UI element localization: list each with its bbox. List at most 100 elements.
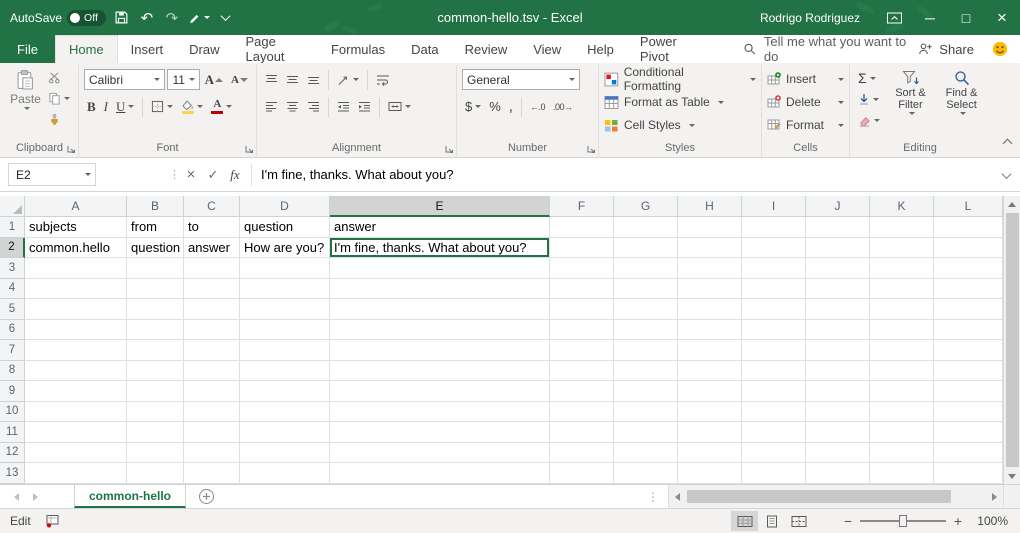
row-header-9[interactable]: 9 bbox=[0, 381, 25, 402]
cell-F4[interactable] bbox=[550, 279, 614, 300]
cell-K11[interactable] bbox=[870, 422, 934, 443]
cell-B8[interactable] bbox=[127, 361, 184, 382]
paste-button[interactable]: Paste bbox=[6, 67, 45, 139]
format-cells-button[interactable]: Format bbox=[767, 114, 844, 136]
tab-power-pivot[interactable]: Power Pivot bbox=[627, 35, 709, 63]
cell-B7[interactable] bbox=[127, 340, 184, 361]
horizontal-scrollbar[interactable] bbox=[668, 485, 1020, 508]
cell-L3[interactable] bbox=[934, 258, 1003, 279]
cell-L8[interactable] bbox=[934, 361, 1003, 382]
cell-G9[interactable] bbox=[614, 381, 678, 402]
row-header-3[interactable]: 3 bbox=[0, 258, 25, 279]
cell-A8[interactable] bbox=[25, 361, 127, 382]
cell-J11[interactable] bbox=[806, 422, 870, 443]
cell-G5[interactable] bbox=[614, 299, 678, 320]
middle-align-button[interactable] bbox=[283, 70, 302, 90]
cell-K13[interactable] bbox=[870, 463, 934, 484]
cell-K3[interactable] bbox=[870, 258, 934, 279]
pen-mode-button[interactable] bbox=[188, 6, 210, 30]
enter-button[interactable]: ✓ bbox=[202, 167, 224, 183]
row-header-7[interactable]: 7 bbox=[0, 340, 25, 361]
decrease-font-size-button[interactable]: A bbox=[228, 70, 251, 90]
cell-D3[interactable] bbox=[240, 258, 330, 279]
page-break-preview-button[interactable] bbox=[785, 511, 812, 531]
orientation-button[interactable] bbox=[334, 70, 362, 90]
cell-D8[interactable] bbox=[240, 361, 330, 382]
column-header-C[interactable]: C bbox=[184, 196, 240, 217]
cell-L10[interactable] bbox=[934, 402, 1003, 423]
cell-B2[interactable]: question bbox=[127, 238, 184, 259]
cell-F10[interactable] bbox=[550, 402, 614, 423]
cell-E7[interactable] bbox=[330, 340, 550, 361]
feedback-button[interactable] bbox=[992, 35, 1020, 63]
cell-H9[interactable] bbox=[678, 381, 742, 402]
tab-home[interactable]: Home bbox=[55, 35, 118, 63]
cell-B13[interactable] bbox=[127, 463, 184, 484]
cell-E6[interactable] bbox=[330, 320, 550, 341]
zoom-level[interactable]: 100% bbox=[974, 514, 1020, 528]
font-name-combo[interactable]: Calibri bbox=[84, 69, 165, 90]
autosum-button[interactable]: Σ bbox=[855, 68, 883, 88]
cell-F13[interactable] bbox=[550, 463, 614, 484]
row-header-10[interactable]: 10 bbox=[0, 402, 25, 423]
find-select-button[interactable]: Find & Select bbox=[938, 67, 985, 139]
number-dialog-launcher[interactable] bbox=[587, 145, 596, 154]
cell-H4[interactable] bbox=[678, 279, 742, 300]
row-header-5[interactable]: 5 bbox=[0, 299, 25, 320]
cell-A4[interactable] bbox=[25, 279, 127, 300]
tab-view[interactable]: View bbox=[520, 35, 574, 63]
tab-formulas[interactable]: Formulas bbox=[318, 35, 398, 63]
sort-filter-button[interactable]: Sort & Filter bbox=[887, 67, 934, 139]
cell-A3[interactable] bbox=[25, 258, 127, 279]
cell-L9[interactable] bbox=[934, 381, 1003, 402]
column-header-J[interactable]: J bbox=[806, 196, 870, 217]
cell-I2[interactable] bbox=[742, 238, 806, 259]
cell-C1[interactable]: to bbox=[184, 217, 240, 238]
vertical-scrollbar-thumb[interactable] bbox=[1006, 213, 1019, 467]
decrease-indent-button[interactable] bbox=[334, 97, 353, 117]
cell-L13[interactable] bbox=[934, 463, 1003, 484]
accounting-format-button[interactable]: $ bbox=[462, 97, 484, 117]
cell-D12[interactable] bbox=[240, 443, 330, 464]
sheet-tab-common-hello[interactable]: common-hello bbox=[74, 485, 186, 508]
tab-data[interactable]: Data bbox=[398, 35, 451, 63]
cell-F6[interactable] bbox=[550, 320, 614, 341]
cell-G12[interactable] bbox=[614, 443, 678, 464]
cancel-button[interactable]: × bbox=[180, 166, 202, 183]
cell-E3[interactable] bbox=[330, 258, 550, 279]
italic-button[interactable]: I bbox=[101, 97, 111, 117]
tab-page-layout[interactable]: Page Layout bbox=[233, 35, 318, 63]
cell-C7[interactable] bbox=[184, 340, 240, 361]
horizontal-scrollbar-track[interactable] bbox=[686, 485, 986, 508]
row-header-6[interactable]: 6 bbox=[0, 320, 25, 341]
cell-A7[interactable] bbox=[25, 340, 127, 361]
cell-F12[interactable] bbox=[550, 443, 614, 464]
increase-font-size-button[interactable]: A bbox=[202, 70, 226, 90]
column-header-K[interactable]: K bbox=[870, 196, 934, 217]
cell-B12[interactable] bbox=[127, 443, 184, 464]
cell-G2[interactable] bbox=[614, 238, 678, 259]
top-align-button[interactable] bbox=[262, 70, 281, 90]
cell-K8[interactable] bbox=[870, 361, 934, 382]
alignment-dialog-launcher[interactable] bbox=[445, 145, 454, 154]
increase-decimal-button[interactable]: ←.0 bbox=[527, 97, 548, 117]
cell-E10[interactable] bbox=[330, 402, 550, 423]
cell-I12[interactable] bbox=[742, 443, 806, 464]
cell-J7[interactable] bbox=[806, 340, 870, 361]
cell-D1[interactable]: question bbox=[240, 217, 330, 238]
tell-me-box[interactable]: Tell me what you want to do bbox=[743, 35, 918, 63]
cell-K7[interactable] bbox=[870, 340, 934, 361]
cell-styles-button[interactable]: Cell Styles bbox=[604, 114, 756, 136]
tab-insert[interactable]: Insert bbox=[118, 35, 177, 63]
format-painter-button[interactable] bbox=[45, 109, 73, 129]
cell-H10[interactable] bbox=[678, 402, 742, 423]
merge-center-button[interactable] bbox=[385, 97, 414, 117]
column-header-E[interactable]: E bbox=[330, 196, 550, 217]
underline-button[interactable]: U bbox=[113, 97, 137, 117]
undo-button[interactable]: ↶ bbox=[138, 6, 156, 30]
cell-F9[interactable] bbox=[550, 381, 614, 402]
column-header-H[interactable]: H bbox=[678, 196, 742, 217]
cell-I1[interactable] bbox=[742, 217, 806, 238]
cell-I9[interactable] bbox=[742, 381, 806, 402]
cell-F8[interactable] bbox=[550, 361, 614, 382]
